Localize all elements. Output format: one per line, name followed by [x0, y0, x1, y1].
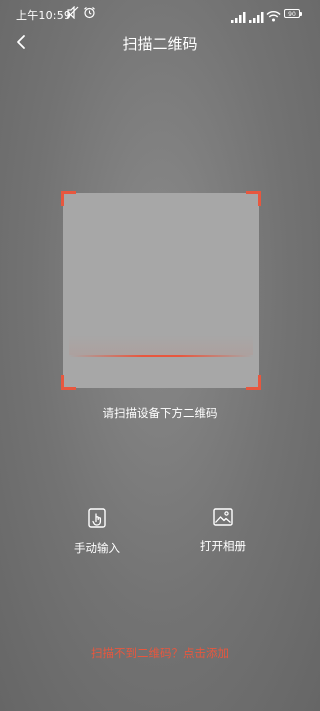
- alarm-icon: [83, 6, 96, 23]
- wifi-icon: [266, 7, 281, 26]
- status-bar: 上午10:59 90: [0, 0, 320, 30]
- add-device-link[interactable]: 扫描不到二维码？点击添加: [0, 645, 320, 661]
- open-album-label: 打开相册: [200, 539, 246, 553]
- page-title: 扫描二维码: [122, 35, 198, 53]
- mute-icon: [66, 5, 79, 23]
- open-album-button[interactable]: 打开相册: [178, 508, 268, 554]
- scan-corner: [246, 191, 261, 206]
- scan-line-glow: [69, 335, 253, 355]
- signal-icon: [231, 8, 247, 27]
- scan-line: [69, 355, 253, 357]
- hand-tap-icon: [88, 508, 106, 528]
- scan-frame: [61, 191, 261, 390]
- status-time: 上午10:59: [16, 9, 72, 22]
- battery-icon: 90: [284, 9, 302, 18]
- signal-icon: [249, 8, 265, 27]
- manual-input-button[interactable]: 手动输入: [52, 508, 142, 556]
- image-icon: [213, 508, 233, 526]
- scan-hint: 请扫描设备下方二维码: [102, 406, 218, 420]
- manual-input-label: 手动输入: [74, 541, 120, 555]
- scan-corner: [61, 375, 76, 390]
- scan-corner: [61, 191, 76, 206]
- scan-corner: [246, 375, 261, 390]
